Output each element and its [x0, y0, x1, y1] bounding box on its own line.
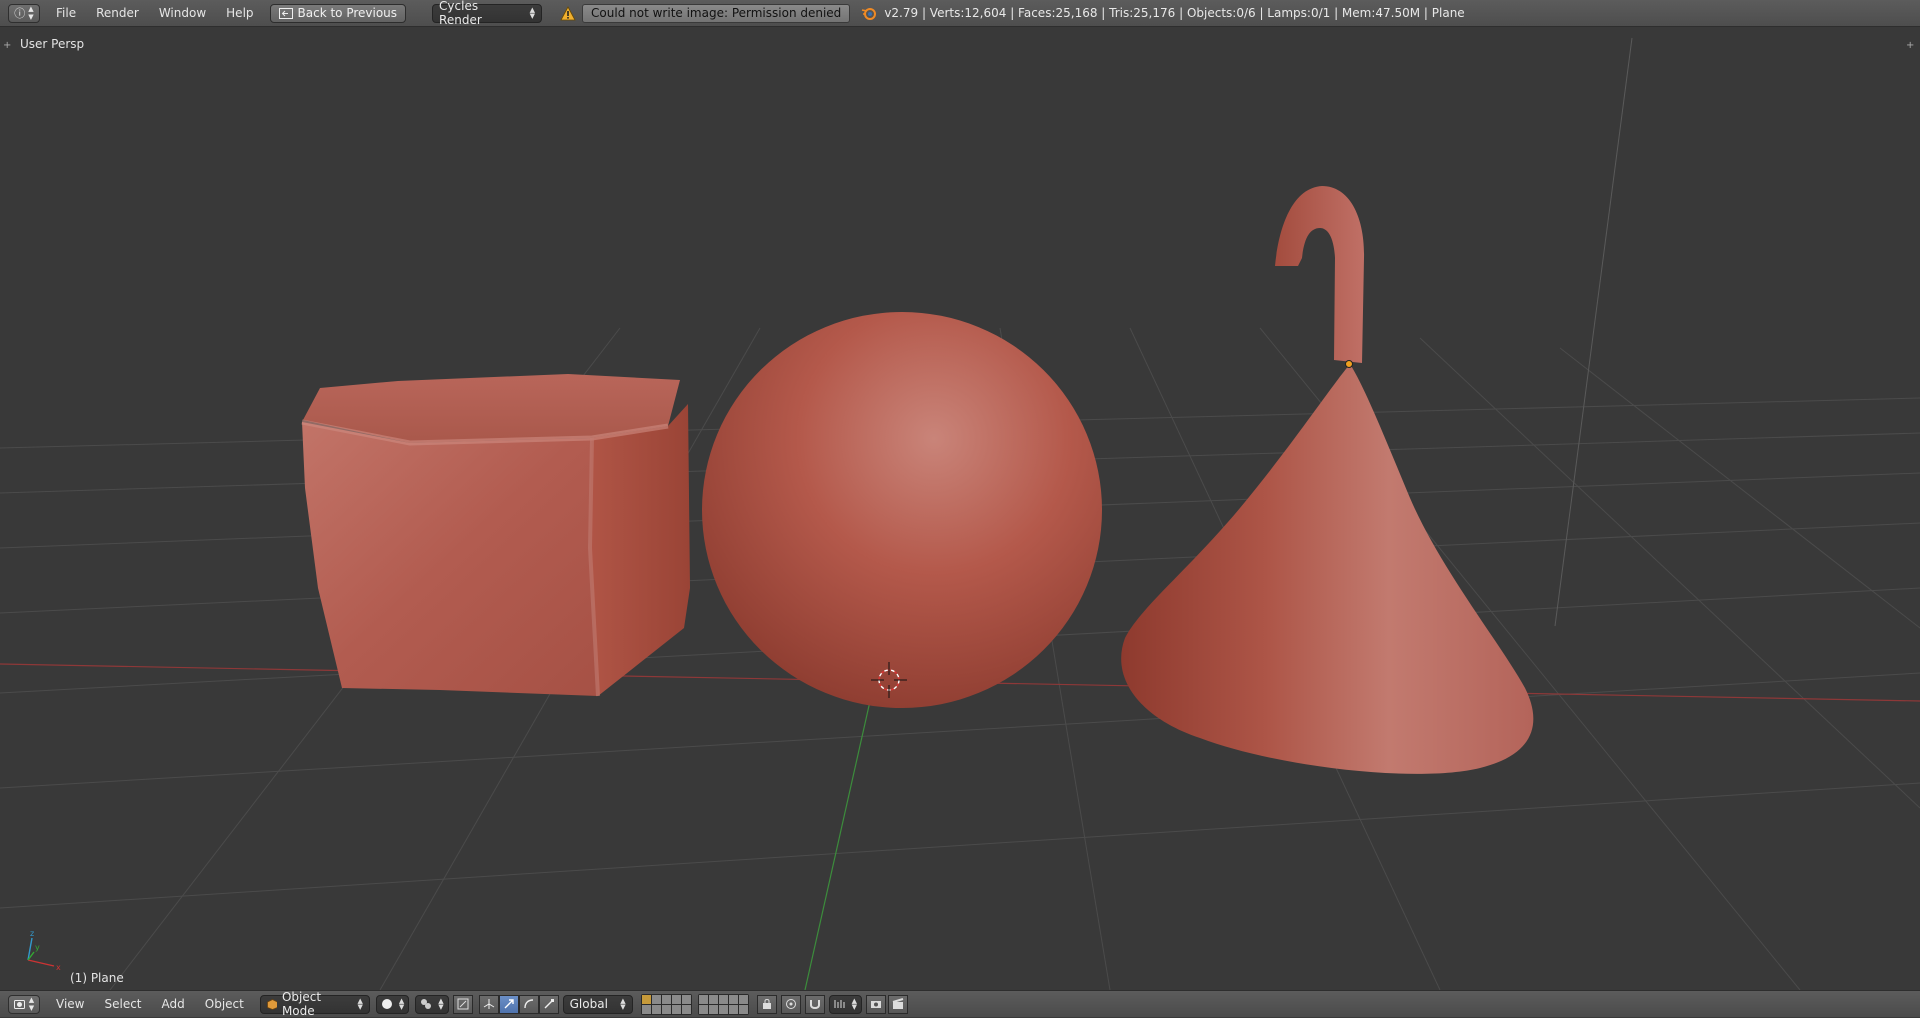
pivot-icon [421, 999, 432, 1009]
menu-window[interactable]: Window [149, 0, 216, 27]
info-header: ⓘ ▲ ▼ File Render Window Help Back to Pre… [0, 0, 1920, 27]
svg-text:z: z [30, 929, 34, 938]
scale-manipulator-button[interactable] [538, 994, 559, 1014]
chevron-updown-icon: ▲ ▼ [620, 997, 626, 1011]
menu-help[interactable]: Help [216, 0, 263, 27]
viewport-scene[interactable]: x z y [0, 28, 1920, 990]
back-screen-icon [278, 7, 293, 19]
3d-view-icon [13, 999, 25, 1009]
chevron-updown-icon: ▲ ▼ [28, 996, 35, 1012]
proportional-circle-icon [785, 999, 796, 1009]
editor-type-selector[interactable]: ▲ ▼ [8, 994, 40, 1014]
menu-render[interactable]: Render [86, 0, 149, 27]
rotate-manipulator-button[interactable] [518, 994, 539, 1014]
svg-text:y: y [35, 943, 40, 952]
3d-view-header: ▲ ▼ View Select Add Object Object Mode ▲ ▼… [0, 990, 1920, 1018]
menu-add[interactable]: Add [152, 997, 195, 1011]
area-split-icon[interactable]: + [1906, 40, 1914, 51]
scene-layers-a[interactable] [640, 993, 692, 1015]
scale-icon [544, 999, 554, 1009]
chevron-updown-icon: ▲ ▼ [398, 997, 405, 1011]
menu-select[interactable]: Select [94, 997, 151, 1011]
rotate-arc-icon [523, 999, 533, 1009]
snap-element-select[interactable]: ▲ ▼ [828, 994, 863, 1014]
svg-text:x: x [56, 963, 61, 972]
3d-viewport[interactable]: x z y User Persp (1) Plane + + [0, 28, 1920, 990]
translate-arrows-icon [483, 999, 494, 1009]
mode-value: Object Mode [281, 990, 322, 1018]
info-icon: ⓘ [14, 7, 26, 20]
lamp-line [1554, 37, 1633, 627]
menu-view[interactable]: View [46, 997, 94, 1011]
viewport-shading-select[interactable]: ▲ ▼ [375, 994, 410, 1014]
pivot-point-select[interactable]: ▲ ▼ [415, 994, 449, 1014]
blender-logo-icon [860, 4, 878, 22]
manipulator-icon [457, 998, 469, 1010]
area-split-icon[interactable]: + [3, 40, 11, 51]
render-engine-value: Cycles Render [439, 0, 482, 27]
report-message[interactable]: Could not write image: Permission denied [582, 3, 851, 23]
camera-icon [871, 1001, 882, 1008]
render-engine-select[interactable]: Cycles Render ▲ ▼ [432, 0, 543, 27]
sculpted-sphere[interactable] [702, 312, 1102, 708]
translate-toggle[interactable] [478, 994, 499, 1014]
axis-gizmo-icon: x z y [27, 929, 61, 972]
sculpted-cube[interactable] [301, 374, 690, 697]
scene-statistics: v2.79 | Verts:12,604 | Faces:25,168 | Tr… [884, 6, 1465, 20]
layer-lock-icon [762, 999, 771, 1009]
proportional-edit-button[interactable] [780, 994, 801, 1014]
origin-point-icon [1345, 360, 1353, 368]
back-to-previous-button[interactable]: Back to Previous [269, 3, 407, 23]
sculpted-cone[interactable] [1121, 186, 1534, 774]
chevron-updown-icon: ▲ ▼ [357, 997, 363, 1011]
move-arrow-icon [504, 999, 514, 1009]
menu-file[interactable]: File [46, 0, 86, 27]
interaction-mode-select[interactable]: Object Mode ▲ ▼ [259, 990, 370, 1018]
opengl-render-animation-button[interactable] [888, 994, 909, 1014]
view-name-label: User Persp [20, 37, 85, 51]
opengl-render-image-button[interactable] [866, 994, 887, 1014]
menu-object[interactable]: Object [195, 997, 254, 1011]
orientation-value: Global [569, 997, 608, 1011]
transform-orientation-select[interactable]: Global ▲ ▼ [562, 994, 633, 1014]
snap-increment-icon [834, 1000, 845, 1008]
chevron-updown-icon: ▲ ▼ [438, 997, 444, 1011]
lock-camera-button[interactable] [756, 994, 777, 1014]
chevron-updown-icon: ▲ ▼ [529, 6, 536, 20]
scene-layers-b[interactable] [697, 993, 749, 1015]
manipulator-group [478, 994, 559, 1014]
translate-manipulator-button[interactable] [498, 994, 519, 1014]
object-cube-icon [266, 998, 277, 1010]
chevron-updown-icon: ▲ ▼ [851, 997, 858, 1011]
clapboard-icon [892, 998, 904, 1009]
warning-icon [558, 3, 578, 23]
manipulator-toggle[interactable] [452, 994, 473, 1014]
magnet-icon [809, 1000, 820, 1009]
snap-toggle-button[interactable] [804, 994, 825, 1014]
active-object-label: (1) Plane [70, 971, 124, 985]
editor-type-selector[interactable]: ⓘ ▲ ▼ [8, 3, 40, 23]
back-button-label: Back to Previous [297, 6, 398, 20]
chevron-updown-icon: ▲ ▼ [28, 5, 34, 21]
solid-shading-icon [381, 999, 392, 1009]
